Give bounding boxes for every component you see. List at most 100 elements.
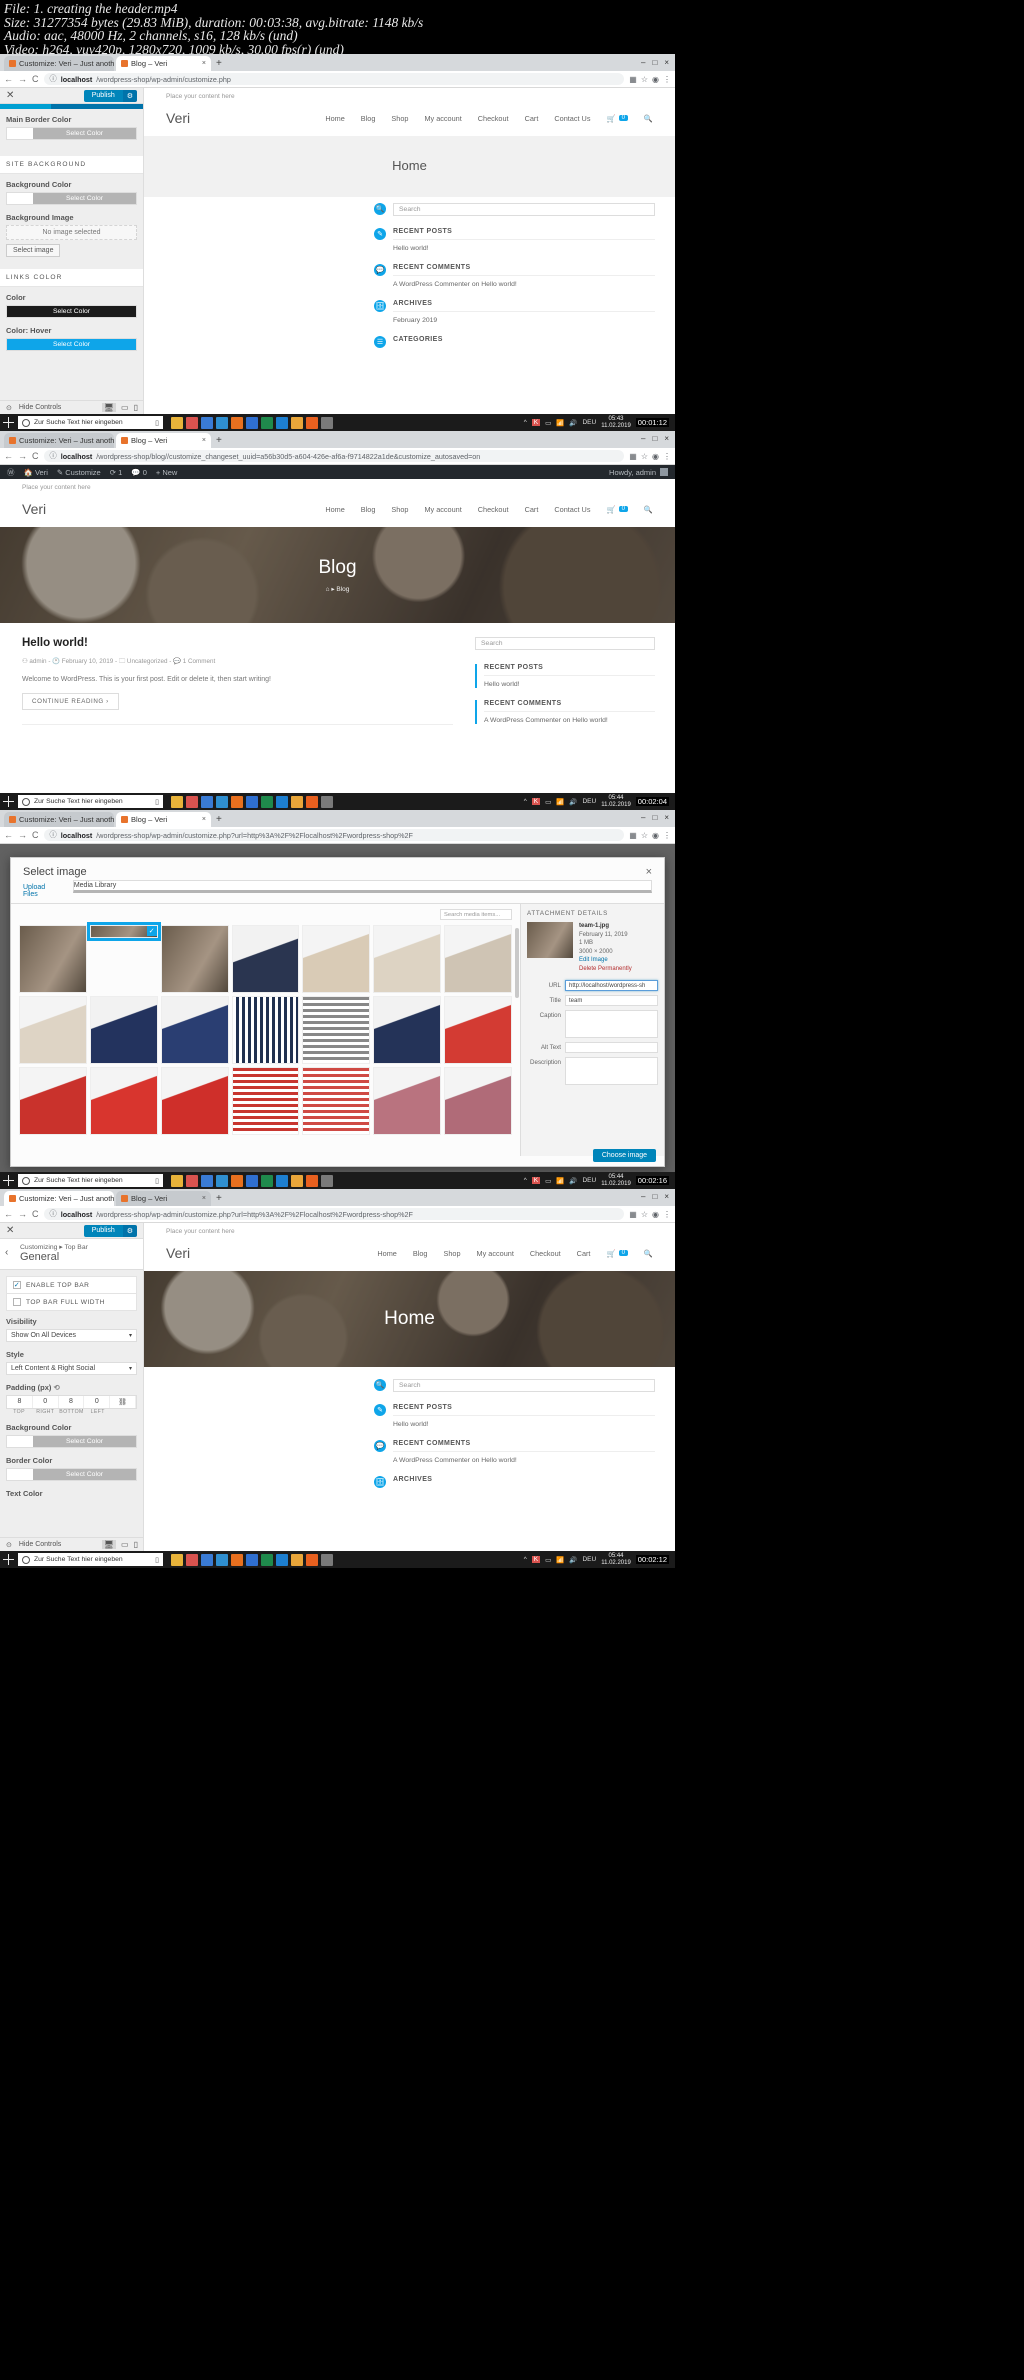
search-icon[interactable]: 🔍 xyxy=(644,1249,653,1258)
close-icon[interactable]: × xyxy=(646,866,652,878)
cart-indicator[interactable]: 🛒 0 xyxy=(606,114,628,123)
select-color-button[interactable]: Select Color xyxy=(7,339,136,350)
bookmark-icon[interactable]: ☆ xyxy=(641,452,648,461)
color-picker-row[interactable]: Select Color xyxy=(6,127,137,140)
list-item[interactable]: A WordPress Commenter on Hello world! xyxy=(484,717,655,724)
nav-item-shop[interactable]: Shop xyxy=(391,505,408,514)
media-item[interactable] xyxy=(373,925,442,993)
choose-image-button[interactable]: Choose image xyxy=(592,1149,656,1162)
xampp-icon[interactable] xyxy=(306,416,318,429)
start-button[interactable] xyxy=(3,417,14,428)
back-icon[interactable]: ← xyxy=(4,830,13,840)
list-item[interactable]: February 2019 xyxy=(393,317,655,324)
forward-icon[interactable]: → xyxy=(18,830,27,840)
browser-tab-blog[interactable]: Blog – Veri × xyxy=(116,56,211,71)
nav-item-home[interactable]: Home xyxy=(325,114,344,123)
device-desktop-icon[interactable]: 🖥 xyxy=(101,403,117,412)
media-item[interactable] xyxy=(89,995,158,1064)
store-icon[interactable] xyxy=(186,416,198,429)
file-explorer-icon[interactable] xyxy=(171,1174,183,1187)
device-desktop-icon[interactable]: 🖥 xyxy=(101,1540,117,1549)
visibility-select[interactable]: Show On All Devices ▾ xyxy=(6,1329,137,1342)
nav-item-checkout[interactable]: Checkout xyxy=(530,1249,561,1258)
meta-author[interactable]: ⚇ admin xyxy=(22,658,47,665)
excel-icon[interactable] xyxy=(261,1174,273,1187)
media-item[interactable] xyxy=(231,995,300,1064)
color-picker-row[interactable]: Select Color xyxy=(6,338,137,351)
taskbar-clock-1[interactable]: 05:43 11.02.2019 xyxy=(601,416,631,430)
chrome-icon[interactable] xyxy=(291,1174,303,1187)
media-item[interactable] xyxy=(373,995,442,1064)
language-indicator[interactable]: DEU xyxy=(582,1556,596,1563)
close-window-button[interactable]: × xyxy=(664,58,669,67)
start-button[interactable] xyxy=(3,1554,14,1565)
padding-left-input[interactable]: 0 xyxy=(84,1396,111,1408)
extension-icon[interactable]: ▦ xyxy=(629,1210,637,1219)
nav-item-contact-us[interactable]: Contact Us xyxy=(554,505,590,514)
filezilla-icon[interactable] xyxy=(231,1553,243,1566)
new-tab-button[interactable]: + xyxy=(216,1193,222,1204)
device-mobile-icon[interactable]: ▯ xyxy=(134,1540,138,1549)
mail-icon[interactable] xyxy=(201,416,213,429)
media-item[interactable] xyxy=(373,1066,442,1135)
edit-image-link[interactable]: Edit Image xyxy=(579,956,632,965)
alt-text-input[interactable] xyxy=(565,1042,658,1053)
extension-icon[interactable]: ▦ xyxy=(629,831,637,840)
recorder-icon[interactable] xyxy=(321,795,333,808)
hide-controls-icon[interactable]: ⊙ xyxy=(6,404,12,412)
admin-new-button[interactable]: + New xyxy=(156,468,177,477)
admin-howdy[interactable]: Howdy, admin xyxy=(609,468,668,477)
language-indicator[interactable]: DEU xyxy=(582,798,596,805)
media-item[interactable] xyxy=(302,1066,371,1135)
photoshop-icon[interactable] xyxy=(246,416,258,429)
color-picker-row[interactable]: Select Color xyxy=(6,1468,137,1481)
taskbar-clock-4[interactable]: 05:44 11.02.2019 xyxy=(601,1553,631,1567)
back-icon[interactable]: ← xyxy=(4,74,13,84)
search-input[interactable]: Search xyxy=(393,203,655,216)
menu-icon[interactable]: ⋮ xyxy=(663,831,671,840)
skype-icon[interactable] xyxy=(216,1553,228,1566)
skype-icon[interactable] xyxy=(216,795,228,808)
admin-customize-link[interactable]: ✎ Customize xyxy=(57,468,101,477)
checkbox-enable-top-bar[interactable]: ✓ ENABLE TOP BAR xyxy=(6,1276,137,1293)
forward-icon[interactable]: → xyxy=(18,1209,27,1219)
nav-item-checkout[interactable]: Checkout xyxy=(478,505,509,514)
volume-icon[interactable]: 🔊 xyxy=(569,1556,577,1564)
nav-item-my-account[interactable]: My account xyxy=(424,505,461,514)
site-info-icon[interactable]: ⓘ xyxy=(50,830,57,840)
language-indicator[interactable]: DEU xyxy=(582,1177,596,1184)
color-picker-row[interactable]: Select Color xyxy=(6,192,137,205)
admin-site-link[interactable]: 🏠 Veri xyxy=(24,468,48,477)
reload-icon[interactable]: C xyxy=(32,1209,39,1219)
edge-icon[interactable] xyxy=(276,416,288,429)
media-item-selected[interactable]: ✓ xyxy=(86,922,161,941)
minimize-button[interactable]: – xyxy=(641,813,645,822)
browser-tab-blog[interactable]: Blog – Veri × xyxy=(116,812,211,827)
browser-tab-customize[interactable]: Customize: Veri – Just another W × xyxy=(4,433,114,448)
edge-icon[interactable] xyxy=(276,1174,288,1187)
profile-icon[interactable]: ◉ xyxy=(652,452,659,461)
close-customizer-button[interactable]: ✕ xyxy=(6,1225,14,1236)
media-item[interactable] xyxy=(160,1066,229,1135)
xampp-icon[interactable] xyxy=(306,1553,318,1566)
admin-comments[interactable]: 💬 0 xyxy=(131,468,147,477)
address-bar-2[interactable]: ⓘ localhost/wordpress-shop/blog//customi… xyxy=(43,450,625,462)
select-color-button[interactable]: Select Color xyxy=(33,1469,136,1480)
microphone-icon[interactable]: ▯ xyxy=(155,1177,159,1185)
extension-icon[interactable]: ▦ xyxy=(629,452,637,461)
browser-tab-customize[interactable]: Customize: Veri – Just another W × xyxy=(4,56,114,71)
new-tab-button[interactable]: + xyxy=(216,435,222,446)
recorder-icon[interactable] xyxy=(321,416,333,429)
filezilla-icon[interactable] xyxy=(231,1174,243,1187)
media-item[interactable] xyxy=(19,925,87,993)
file-explorer-icon[interactable] xyxy=(171,416,183,429)
mail-icon[interactable] xyxy=(201,1553,213,1566)
list-item[interactable]: Hello world! xyxy=(393,245,655,252)
color-picker-row[interactable]: Select Color xyxy=(6,305,137,318)
battery-icon[interactable]: ▭ xyxy=(545,1556,551,1564)
menu-icon[interactable]: ⋮ xyxy=(663,1210,671,1219)
media-search-input[interactable]: Search media items... xyxy=(440,909,512,920)
start-button[interactable] xyxy=(3,1175,14,1186)
nav-item-shop[interactable]: Shop xyxy=(391,114,408,123)
new-tab-button[interactable]: + xyxy=(216,58,222,69)
